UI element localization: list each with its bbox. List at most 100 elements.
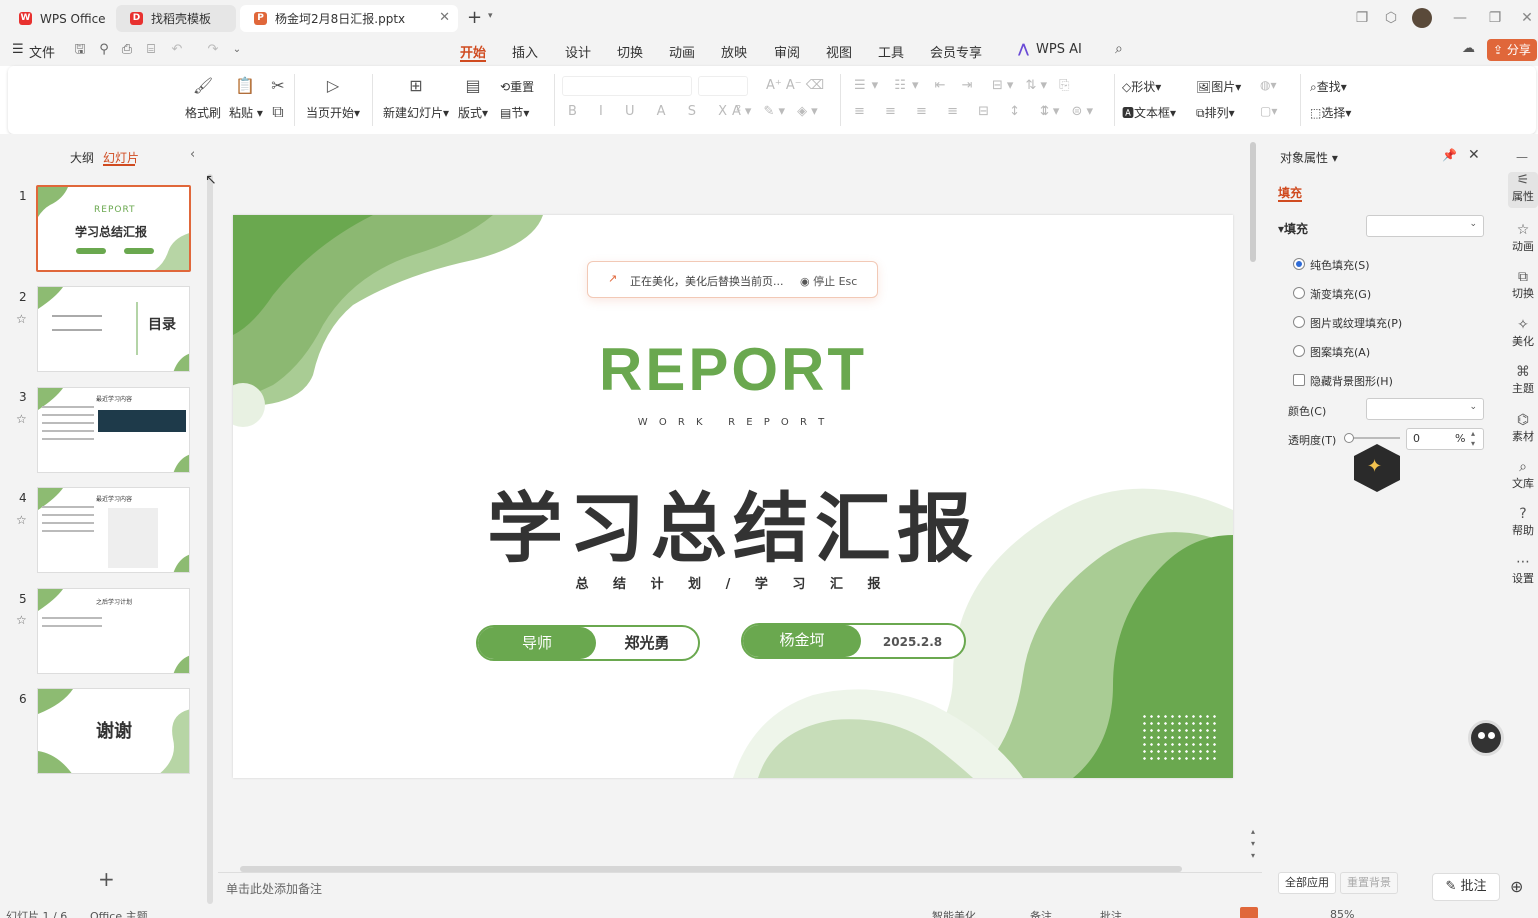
list-buttons[interactable]: ☰▾ ☷▾ ⇤ ⇥ xyxy=(854,78,979,93)
slide-thumbnail-5[interactable]: 之后学习计划 xyxy=(37,588,190,674)
apply-all-button[interactable]: 全部应用 xyxy=(1278,872,1336,894)
more-chevron-icon[interactable]: ⌄ xyxy=(228,41,246,59)
sidebar-item-help[interactable]: ? 帮助 xyxy=(1508,506,1538,538)
find-button[interactable]: ⌕查找▾ xyxy=(1310,78,1347,95)
menu-member[interactable]: 会员专享 xyxy=(930,42,982,61)
transparency-input[interactable]: 0 % ▴ ▾ xyxy=(1406,428,1484,450)
menu-tools[interactable]: 工具 xyxy=(878,42,904,61)
collapse-pane-icon[interactable]: ‹ xyxy=(190,147,195,162)
menu-review[interactable]: 审阅 xyxy=(774,42,800,61)
paste-button[interactable]: 粘贴 ▾ xyxy=(229,104,263,121)
arrange-button[interactable]: ⧉排列▾ xyxy=(1196,104,1235,121)
font-style-buttons[interactable]: B I U A S X² xyxy=(568,104,750,119)
zoom-level[interactable]: 85% xyxy=(1330,908,1354,918)
font-size-select[interactable] xyxy=(698,76,748,96)
font-color-buttons[interactable]: A▾ ✎▾ ◈▾ xyxy=(732,104,822,119)
stepper-icon[interactable]: ▴ ▾ xyxy=(1471,429,1475,449)
increase-font-icon[interactable]: A⁺ A⁻ ⌫ xyxy=(766,78,824,93)
menu-file[interactable]: 文件 xyxy=(29,42,55,61)
align-buttons[interactable]: ≡ ≡ ≡ ≡ ⊟ ↕ ↕ xyxy=(854,104,1059,119)
page-nav-icons[interactable]: ▴ ▾ ▾ xyxy=(1251,826,1255,862)
add-slide-button[interactable]: + xyxy=(98,867,115,891)
transparency-slider[interactable] xyxy=(1348,437,1400,439)
picture-button[interactable]: 🖼图片▾ xyxy=(1196,78,1241,95)
slide-thumbnail-4[interactable]: 最近学习内容 xyxy=(37,487,190,573)
annotate-button[interactable]: ✎ 批注 xyxy=(1432,873,1500,901)
cloud-sync-icon[interactable]: ☁ xyxy=(1462,41,1475,56)
fill-color-button[interactable]: ◍▾ xyxy=(1260,78,1277,92)
sidebar-item-animation[interactable]: ☆ 动画 xyxy=(1508,222,1538,254)
radio-solid-fill[interactable] xyxy=(1293,258,1305,270)
star-icon[interactable]: ☆ xyxy=(16,613,27,627)
line-spacing-buttons[interactable]: ↕▾ ⊜▾ xyxy=(1038,104,1097,119)
pane-scrollbar[interactable] xyxy=(207,174,213,904)
menu-design[interactable]: 设计 xyxy=(565,42,591,61)
sidebar-item-settings[interactable]: ⋯ 设置 xyxy=(1508,554,1538,586)
tab-pptx-document[interactable]: P 杨金坷2月8日汇报.pptx ✕ xyxy=(240,5,458,32)
copy-icon[interactable]: ⧉ xyxy=(268,102,288,122)
menu-animation[interactable]: 动画 xyxy=(669,42,695,61)
sidebar-item-properties[interactable]: ⚟ 属性 xyxy=(1508,172,1538,208)
menu-transition[interactable]: 切换 xyxy=(617,42,643,61)
tab-wps-office[interactable]: W WPS Office xyxy=(5,5,108,32)
minimize-sidebar-icon[interactable]: — xyxy=(1516,150,1528,164)
smart-beautify-button[interactable]: 智能美化 xyxy=(932,908,976,918)
robot-assistant-icon[interactable] xyxy=(1468,720,1504,756)
search-icon[interactable]: ⌕ xyxy=(1115,41,1123,57)
zoom-in-icon[interactable]: ⊕ xyxy=(1510,877,1523,896)
slide-thumbnail-6[interactable]: 谢谢 xyxy=(37,688,190,774)
share-button[interactable]: ⇪ 分享 xyxy=(1487,39,1537,61)
start-from-current-button[interactable]: 当页开始▾ xyxy=(306,104,360,121)
menu-view[interactable]: 视图 xyxy=(826,42,852,61)
slide-thumbnail-3[interactable]: 最近学习内容 xyxy=(37,387,190,473)
textbox-button[interactable]: 🅰文本框▾ xyxy=(1122,104,1176,121)
menu-insert[interactable]: 插入 xyxy=(512,42,538,61)
color-dropdown[interactable]: ⌄ xyxy=(1366,398,1484,420)
outline-button[interactable]: ▢▾ xyxy=(1260,104,1277,118)
sidebar-item-library[interactable]: ⌕ 文库 xyxy=(1508,459,1538,491)
cut-icon[interactable]: ✂ xyxy=(268,76,288,95)
hide-bg-checkbox[interactable] xyxy=(1293,374,1305,386)
pin-pane-icon[interactable]: 📌 xyxy=(1442,148,1457,162)
star-icon[interactable]: ☆ xyxy=(16,513,27,527)
select-button[interactable]: ⬚选择▾ xyxy=(1310,104,1351,121)
tab-docer[interactable]: D 找稻壳模板 xyxy=(116,5,236,32)
comment-button[interactable]: 批注 xyxy=(1100,908,1122,918)
close-tab-icon[interactable]: ✕ xyxy=(439,10,450,25)
print-icon[interactable]: ⎙ xyxy=(118,41,136,59)
sidebar-item-theme[interactable]: ⌘ 主题 xyxy=(1508,364,1538,396)
sidebar-item-material[interactable]: ⌬ 素材 xyxy=(1508,412,1538,444)
restore-icon[interactable]: ❐ xyxy=(1485,8,1505,28)
notes-input[interactable]: 单击此处添加备注 xyxy=(226,880,322,897)
new-tab-icon[interactable]: + xyxy=(467,7,482,28)
fill-type-dropdown[interactable]: ⌄ xyxy=(1366,215,1484,237)
star-icon[interactable]: ☆ xyxy=(16,412,27,426)
tab-fill[interactable]: 填充 xyxy=(1278,184,1302,201)
hamburger-icon[interactable]: ☰ xyxy=(12,42,24,57)
sidebar-item-transition[interactable]: ⧉ 切换 xyxy=(1508,269,1538,301)
undo-icon[interactable]: ↶ xyxy=(168,41,186,59)
fill-section-toggle[interactable]: ▾填充 xyxy=(1278,220,1308,237)
font-family-select[interactable] xyxy=(562,76,692,96)
redo-icon[interactable]: ↷ xyxy=(204,41,222,59)
window-layout-icon[interactable]: ❐ xyxy=(1352,8,1372,28)
radio-gradient-fill[interactable] xyxy=(1293,287,1305,299)
layout-button[interactable]: 版式▾ xyxy=(458,104,488,121)
new-slide-button[interactable]: 新建幻灯片▾ xyxy=(383,104,449,121)
close-pane-icon[interactable]: ✕ xyxy=(1468,147,1480,163)
star-icon[interactable]: ☆ xyxy=(16,312,27,326)
slide-thumbnail-2[interactable]: 目录 xyxy=(37,286,190,372)
print-preview-icon[interactable]: ⌸ xyxy=(142,41,160,59)
menu-slideshow[interactable]: 放映 xyxy=(721,42,747,61)
cube-icon[interactable]: ⬡ xyxy=(1381,8,1401,28)
vertical-scrollbar[interactable] xyxy=(1250,142,1256,262)
menu-home[interactable]: 开始 xyxy=(460,42,486,61)
chevron-down-icon[interactable]: ▾ xyxy=(488,11,493,21)
text-direction-buttons[interactable]: ⊟▾ ⇅▾ ⎘ xyxy=(992,78,1074,93)
pin-icon[interactable]: ⚲ xyxy=(95,41,113,59)
slide-thumbnail-1[interactable]: REPORT 学习总结汇报 xyxy=(36,185,191,272)
reset-button[interactable]: ⟲重置 xyxy=(500,78,534,95)
slider-handle[interactable] xyxy=(1344,433,1354,443)
radio-pattern-fill[interactable] xyxy=(1293,345,1305,357)
shape-button[interactable]: ◇形状▾ xyxy=(1122,78,1161,95)
